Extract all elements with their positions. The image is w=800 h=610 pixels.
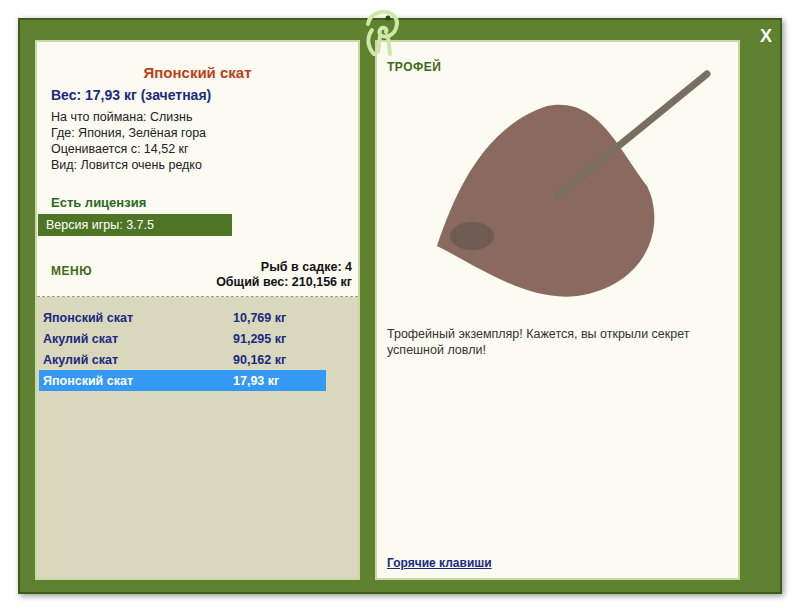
license-status: Есть лицензия [37, 173, 358, 214]
detail-line: Вид: Ловится очень редко [51, 157, 358, 173]
trophy-label: ТРОФЕЙ [387, 60, 730, 74]
keepnet-count: Рыб в садке: 4 [216, 260, 352, 275]
catch-row[interactable]: Японский скат17,93 кг [39, 370, 326, 391]
close-button[interactable]: X [760, 26, 772, 47]
keepnet-total: Общий вес: 210,156 кг [216, 275, 352, 290]
fish-name: Японский скат [37, 64, 358, 81]
detail-line: Оценивается с: 14,52 кг [51, 141, 358, 157]
trophy-message: Трофейный экземпляр! Кажется, вы открыли… [387, 306, 730, 358]
fish-info-screen: XЯпонский скатВес: 17,93 кг (зачетная)На… [0, 0, 800, 610]
hotkeys-link[interactable]: Горячие клавиши [387, 556, 730, 570]
detail-line: Где: Япония, Зелёная гора [51, 125, 358, 141]
fish-details: На что поймана: СлизньГде: Япония, Зелён… [37, 103, 358, 173]
trophy-photo [417, 66, 717, 306]
trophy-panel: ТРОФЕЙ Трофейный экземпляр! Кажется, вы о… [375, 40, 740, 580]
keepnet-summary: Рыб в садке: 4Общий вес: 210,156 кг [216, 260, 352, 290]
chameleon-icon [360, 4, 404, 64]
window-frame: XЯпонский скатВес: 17,93 кг (зачетная)На… [18, 18, 782, 594]
version-bar: Версия игры: 3.7.5 [38, 214, 232, 236]
fish-info: Японский скатВес: 17,93 кг (зачетная)На … [37, 42, 358, 297]
menu-row: МЕНЮ Рыб в садке: 4Общий вес: 210,156 кг [37, 236, 358, 297]
fish-weight: Вес: 17,93 кг (зачетная) [37, 81, 358, 103]
catch-row[interactable]: Акулий скат91,295 кг [39, 328, 326, 349]
catch-row[interactable]: Японский скат10,769 кг [39, 307, 326, 328]
fish-panel: Японский скатВес: 17,93 кг (зачетная)На … [35, 40, 360, 580]
catch-row[interactable]: Акулий скат90,162 кг [39, 349, 326, 370]
detail-line: На что поймана: Слизнь [51, 109, 358, 125]
catch-list: Японский скат10,769 кгАкулий скат91,295 … [37, 297, 358, 578]
menu-button[interactable]: МЕНЮ [51, 264, 92, 290]
